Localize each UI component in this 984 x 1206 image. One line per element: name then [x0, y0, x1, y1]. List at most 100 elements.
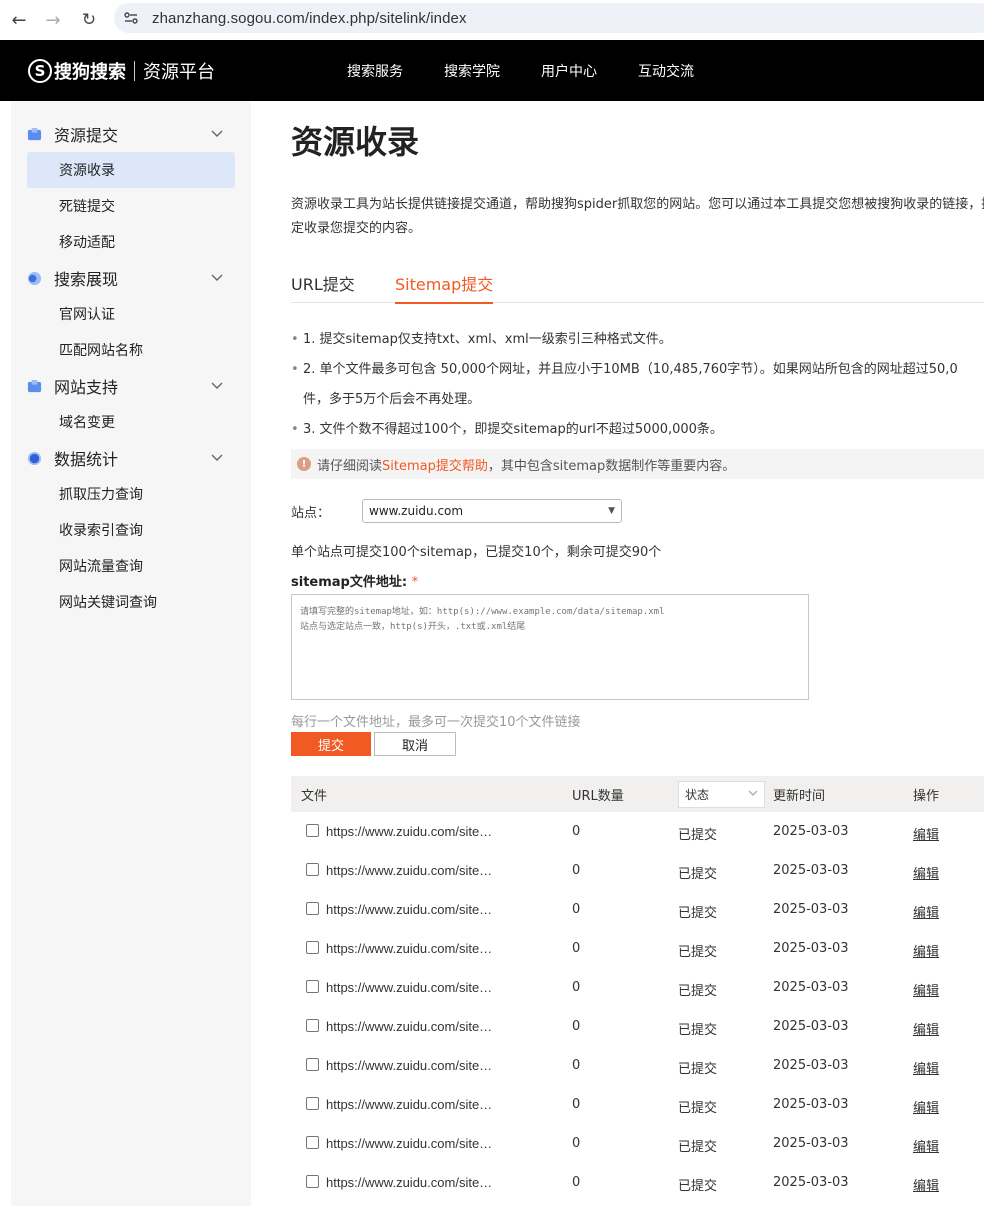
row-edit-link[interactable]: 编辑	[913, 824, 939, 843]
row-update-time: 2025-03-03	[773, 863, 849, 878]
table-body: https://www.zuidu.com/sitemap 0 已提交 2025-03…	[291, 812, 984, 1202]
nav-search-academy[interactable]: 搜索学院	[444, 61, 500, 81]
table-row: https://www.zuidu.com/sitemap 0 已提交 2025-03…	[291, 1085, 984, 1124]
row-edit-link[interactable]: 编辑	[913, 980, 939, 999]
site-select[interactable]: www.zuidu.com ▼	[362, 499, 623, 523]
row-update-time: 2025-03-03	[773, 941, 849, 956]
forward-arrow-icon[interactable]: →	[38, 5, 68, 35]
sidebar-item-crawl-pressure[interactable]: 抓取压力查询	[11, 476, 251, 512]
sidebar-item-keyword-query[interactable]: 网站关键词查询	[11, 584, 251, 620]
sidebar-group-site-support[interactable]: 网站支持	[11, 368, 251, 404]
logo-subtitle: 资源平台	[143, 62, 215, 83]
row-checkbox[interactable]	[306, 1097, 319, 1110]
row-edit-link[interactable]: 编辑	[913, 941, 939, 960]
row-file-url[interactable]: https://www.zuidu.com/sitemap	[326, 980, 496, 995]
sidebar-group-data-stats[interactable]: 数据统计	[11, 440, 251, 476]
row-file-url[interactable]: https://www.zuidu.com/sitemap	[326, 1136, 496, 1151]
reload-icon[interactable]: ↻	[74, 5, 104, 35]
site-header: S 搜狗搜索 资源平台 搜索服务 搜索学院 用户中心 互动交流	[0, 40, 984, 101]
row-file-url[interactable]: https://www.zuidu.com/sitemap	[326, 1058, 496, 1073]
row-file-url[interactable]: https://www.zuidu.com/sitemap	[326, 902, 496, 917]
notice-banner: ! 请仔细阅读 Sitemap提交帮助 ，其中包含sitemap数据制作等重要内容。	[291, 449, 984, 479]
chevron-down-icon	[748, 789, 758, 800]
row-edit-link[interactable]: 编辑	[913, 1175, 939, 1194]
row-file-url[interactable]: https://www.zuidu.com/sitemap	[326, 1175, 496, 1190]
row-checkbox[interactable]	[306, 863, 319, 876]
row-url-count: 0	[572, 824, 581, 839]
row-edit-link[interactable]: 编辑	[913, 1136, 939, 1155]
row-url-count: 0	[572, 941, 581, 956]
row-checkbox[interactable]	[306, 1136, 319, 1149]
row-update-time: 2025-03-03	[773, 980, 849, 995]
notice-text-pre: 请仔细阅读	[317, 458, 383, 474]
row-edit-link[interactable]: 编辑	[913, 1019, 939, 1038]
sitemap-help-link[interactable]: Sitemap提交帮助	[382, 455, 488, 474]
row-url-count: 0	[572, 980, 581, 995]
row-checkbox[interactable]	[306, 980, 319, 993]
row-file-url[interactable]: https://www.zuidu.com/sitemap	[326, 863, 496, 878]
input-hint: 每行一个文件地址，最多可一次提交10个文件链接	[291, 715, 581, 730]
address-bar[interactable]: zhanzhang.sogou.com/index.php/sitelink/i…	[114, 3, 984, 33]
logo[interactable]: S 搜狗搜索 资源平台	[28, 58, 215, 84]
row-checkbox[interactable]	[306, 1058, 319, 1071]
url-text: zhanzhang.sogou.com/index.php/sitelink/i…	[152, 9, 467, 27]
rule-item-continued: 件，多于5万个后会不再处理。	[303, 392, 481, 407]
browser-toolbar: ← → ↻ zhanzhang.sogou.com/index.php/site…	[0, 0, 984, 40]
row-edit-link[interactable]: 编辑	[913, 1058, 939, 1077]
top-nav: 搜索服务 搜索学院 用户中心 互动交流	[347, 61, 735, 81]
row-url-count: 0	[572, 1097, 581, 1112]
cancel-button[interactable]: 取消	[374, 732, 456, 756]
table-row: https://www.zuidu.com/sitemap 0 已提交 2025-03…	[291, 812, 984, 851]
row-file-url[interactable]: https://www.zuidu.com/sitemap	[326, 824, 496, 839]
sidebar-group-search-display[interactable]: 搜索展现	[11, 260, 251, 296]
notice-text-post: ，其中包含sitemap数据制作等重要内容。	[487, 458, 736, 474]
status-filter[interactable]: 状态	[678, 781, 765, 808]
table-row: https://www.zuidu.com/sitemap 0 已提交 2025-03…	[291, 851, 984, 890]
upload-icon	[27, 127, 42, 140]
sidebar-item-official-cert[interactable]: 官网认证	[11, 296, 251, 332]
row-edit-link[interactable]: 编辑	[913, 1097, 939, 1116]
site-select-value: www.zuidu.com	[369, 504, 464, 518]
row-url-count: 0	[572, 863, 581, 878]
row-file-url[interactable]: https://www.zuidu.com/sitemap	[326, 941, 496, 956]
sidebar: 资源提交 资源收录 死链提交 移动适配 搜索展现 官网认证 匹配网站名称 网站支…	[11, 101, 251, 1206]
row-status: 已提交	[678, 1101, 718, 1116]
row-status: 已提交	[678, 1062, 718, 1077]
sitemap-field-label: sitemap文件地址: *	[291, 571, 418, 590]
col-url-count: URL数量	[572, 788, 624, 804]
row-file-url[interactable]: https://www.zuidu.com/sitemap	[326, 1019, 496, 1034]
tab-sitemap-submit[interactable]: Sitemap提交	[395, 271, 494, 304]
row-file-url[interactable]: https://www.zuidu.com/sitemap	[326, 1097, 496, 1112]
row-status: 已提交	[678, 945, 718, 960]
sidebar-item-domain-change[interactable]: 域名变更	[11, 404, 251, 440]
page-title: 资源收录	[291, 123, 420, 161]
row-status: 已提交	[678, 867, 718, 882]
sidebar-group-label: 数据统计	[54, 450, 119, 469]
back-arrow-icon[interactable]: ←	[4, 5, 34, 35]
sidebar-item-mobile-adapt[interactable]: 移动适配	[11, 224, 251, 260]
site-settings-icon[interactable]	[122, 9, 140, 27]
row-url-count: 0	[572, 1136, 581, 1151]
sitemap-url-input[interactable]	[291, 594, 809, 700]
row-url-count: 0	[572, 1019, 581, 1034]
row-edit-link[interactable]: 编辑	[913, 863, 939, 882]
row-status: 已提交	[678, 828, 718, 843]
sidebar-item-resource-index[interactable]: 资源收录	[27, 152, 235, 188]
sidebar-item-deadlink[interactable]: 死链提交	[11, 188, 251, 224]
sidebar-item-site-name[interactable]: 匹配网站名称	[11, 332, 251, 368]
row-checkbox[interactable]	[306, 941, 319, 954]
row-checkbox[interactable]	[306, 1175, 319, 1188]
tab-url-submit[interactable]: URL提交	[291, 271, 355, 295]
nav-search-service[interactable]: 搜索服务	[347, 61, 403, 81]
nav-user-center[interactable]: 用户中心	[541, 61, 597, 81]
row-update-time: 2025-03-03	[773, 1058, 849, 1073]
submit-button[interactable]: 提交	[291, 732, 371, 756]
row-checkbox[interactable]	[306, 824, 319, 837]
row-checkbox[interactable]	[306, 1019, 319, 1032]
sidebar-item-index-query[interactable]: 收录索引查询	[11, 512, 251, 548]
row-edit-link[interactable]: 编辑	[913, 902, 939, 921]
row-checkbox[interactable]	[306, 902, 319, 915]
nav-community[interactable]: 互动交流	[638, 61, 694, 81]
sidebar-item-traffic-query[interactable]: 网站流量查询	[11, 548, 251, 584]
sidebar-group-resource-submit[interactable]: 资源提交	[11, 116, 251, 152]
